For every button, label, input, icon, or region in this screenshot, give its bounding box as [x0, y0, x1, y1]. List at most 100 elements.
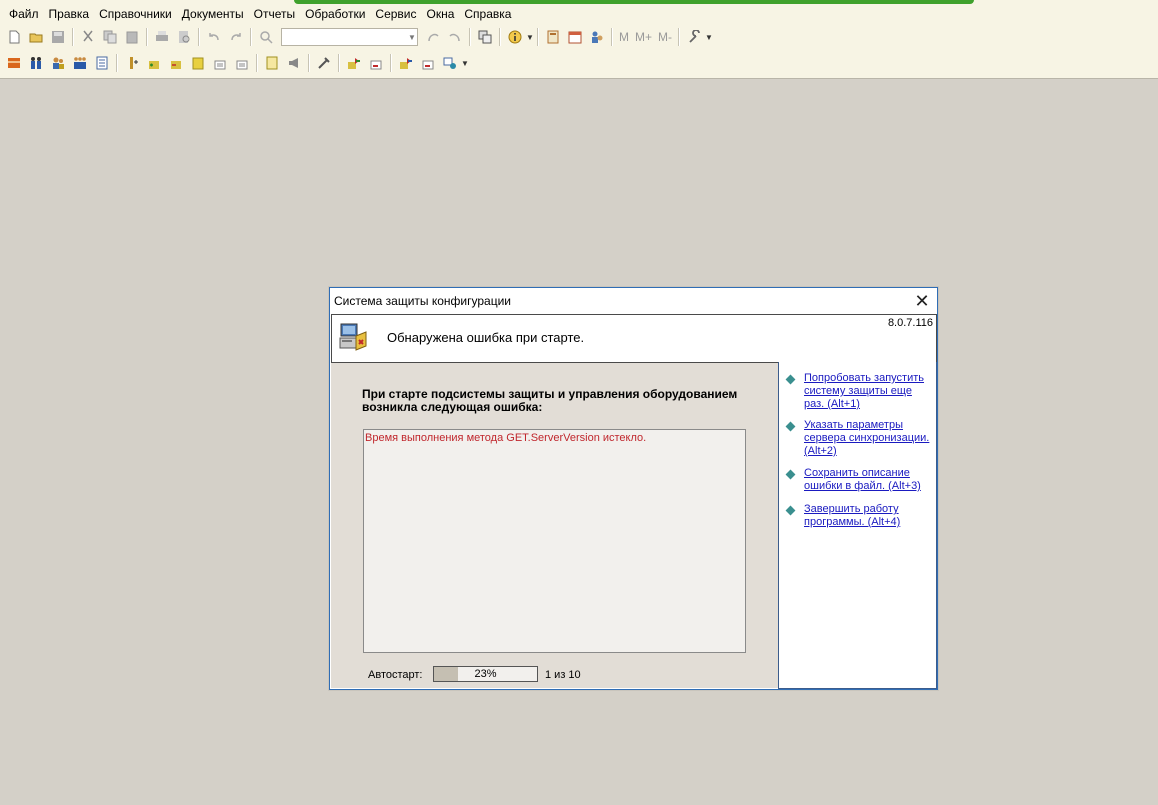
hammer-icon[interactable]	[314, 53, 334, 73]
payment-order-icon[interactable]	[210, 53, 230, 73]
paste-icon[interactable]	[122, 27, 142, 47]
toolbar-separator	[390, 54, 392, 72]
error-details-text: Время выполнения метода GET.ServerVersio…	[365, 432, 647, 444]
undo-icon[interactable]	[204, 27, 224, 47]
menu-processing[interactable]: Обработки	[300, 5, 370, 23]
menu-documents[interactable]: Документы	[177, 5, 249, 23]
action-save-error[interactable]: Сохранить описание ошибки в файл. (Alt+3…	[785, 467, 937, 493]
link-line[interactable]: (Alt+2)	[804, 445, 837, 457]
operation-icon[interactable]	[122, 53, 142, 73]
error-panel: При старте подсистемы защиты и управлени…	[331, 363, 778, 688]
memory-minus-button[interactable]: M-	[655, 30, 675, 44]
menu-edit[interactable]: Правка	[44, 5, 95, 23]
rko-icon[interactable]	[166, 53, 186, 73]
diamond-bullet-icon	[785, 374, 796, 385]
chevron-down-icon[interactable]: ▼	[526, 33, 534, 42]
autostart-progress-bar: 23%	[433, 666, 538, 682]
copy-icon[interactable]	[100, 27, 120, 47]
goods-shipment-icon[interactable]	[396, 53, 416, 73]
menu-service[interactable]: Сервис	[370, 5, 421, 23]
memory-plus-button[interactable]: M+	[632, 30, 655, 44]
toolbar-separator	[256, 54, 258, 72]
chevron-down-icon[interactable]: ▼	[461, 59, 469, 68]
toolbar-separator	[537, 28, 539, 46]
action-exit-link[interactable]: Завершить работу программы. (Alt+4)	[804, 503, 900, 529]
contractors-icon[interactable]	[48, 53, 68, 73]
search-combo[interactable]: ▼	[281, 28, 418, 46]
nakl-out-icon[interactable]	[418, 53, 438, 73]
close-icon[interactable]: ✕	[911, 291, 933, 311]
cash-book-icon[interactable]	[188, 53, 208, 73]
attempt-counter: 1 из 10	[545, 669, 581, 681]
link-line[interactable]: систему защиты еще	[804, 385, 912, 397]
action-retry-link[interactable]: Попробовать запустить систему защиты еще…	[804, 372, 924, 411]
goods-receipt-icon[interactable]	[344, 53, 364, 73]
new-document-icon[interactable]	[4, 27, 24, 47]
toolbar-separator	[678, 28, 681, 46]
action-server-params-link[interactable]: Указать параметры сервера синхронизации.…	[804, 419, 929, 458]
link-line[interactable]: Указать параметры	[804, 419, 903, 431]
menu-reports[interactable]: Отчеты	[249, 5, 300, 23]
ledger-icon[interactable]	[262, 53, 282, 73]
chevron-down-icon[interactable]: ▼	[407, 33, 417, 42]
action-retry[interactable]: Попробовать запустить систему защиты еще…	[785, 372, 937, 411]
journal-icon[interactable]	[4, 53, 24, 73]
print-icon[interactable]	[152, 27, 172, 47]
print-preview-icon[interactable]	[174, 27, 194, 47]
employees-icon[interactable]	[26, 53, 46, 73]
memory-button[interactable]: M	[616, 30, 632, 44]
menu-help[interactable]: Справка	[459, 5, 516, 23]
action-save-error-link[interactable]: Сохранить описание ошибки в файл. (Alt+3…	[804, 467, 921, 493]
link-line[interactable]: сервера синхронизации.	[804, 432, 929, 444]
dialog-header: Обнаружена ошибка при старте. 8.0.7.116	[331, 314, 937, 363]
toolbar-separator	[250, 28, 252, 46]
pko-icon[interactable]	[144, 53, 164, 73]
progress-percent: 23%	[474, 668, 497, 680]
calendar-icon[interactable]	[565, 27, 585, 47]
error-details-box[interactable]: Время выполнения метода GET.ServerVersio…	[363, 429, 746, 653]
document-list-icon[interactable]	[92, 53, 112, 73]
toolbar-separator	[308, 54, 310, 72]
calculator-icon[interactable]	[543, 27, 563, 47]
dialog-title: Система защиты конфигурации	[334, 294, 511, 308]
redo-icon[interactable]	[226, 27, 246, 47]
find-prev-icon[interactable]	[445, 27, 465, 47]
users-icon[interactable]	[587, 27, 607, 47]
toolbar-separator	[146, 28, 148, 46]
dialog-header-title: Обнаружена ошибка при старте.	[387, 330, 585, 345]
diamond-bullet-icon	[785, 505, 796, 516]
tools-icon[interactable]	[684, 27, 704, 47]
toolbar-separator	[469, 28, 471, 46]
toolbar-separator	[338, 54, 340, 72]
menu-windows[interactable]: Окна	[422, 5, 460, 23]
link-line[interactable]: раз. (Alt+1)	[804, 398, 860, 410]
autostart-label: Автостарт:	[368, 669, 423, 681]
link-line[interactable]: Попробовать запустить	[804, 372, 924, 384]
diamond-bullet-icon	[785, 469, 796, 480]
toolbar-separator	[72, 28, 74, 46]
chevron-down-icon[interactable]: ▼	[705, 33, 713, 42]
nakl-in-icon[interactable]	[366, 53, 386, 73]
info-icon[interactable]	[505, 27, 525, 47]
invoice-icon[interactable]	[232, 53, 252, 73]
menu-catalogs[interactable]: Справочники	[94, 5, 177, 23]
find-next-icon[interactable]	[423, 27, 443, 47]
menu-file[interactable]: Файл	[0, 5, 44, 23]
windows-icon[interactable]	[475, 27, 495, 47]
save-icon[interactable]	[48, 27, 68, 47]
diamond-bullet-icon	[785, 421, 796, 432]
link-line[interactable]: Сохранить описание	[804, 467, 910, 479]
action-exit[interactable]: Завершить работу программы. (Alt+4)	[785, 503, 937, 529]
open-folder-icon[interactable]	[26, 27, 46, 47]
cut-icon[interactable]	[78, 27, 98, 47]
action-server-params[interactable]: Указать параметры сервера синхронизации.…	[785, 419, 937, 458]
transfer-icon[interactable]	[440, 53, 460, 73]
link-line[interactable]: программы. (Alt+4)	[804, 516, 900, 528]
link-line[interactable]: ошибки в файл. (Alt+3)	[804, 480, 921, 492]
staff-icon[interactable]	[70, 53, 90, 73]
link-line[interactable]: Завершить работу	[804, 503, 899, 515]
dialog-titlebar[interactable]: Система защиты конфигурации ✕	[330, 288, 937, 313]
computer-error-icon	[339, 323, 367, 351]
announcement-icon[interactable]	[284, 53, 304, 73]
search-icon[interactable]	[256, 27, 276, 47]
